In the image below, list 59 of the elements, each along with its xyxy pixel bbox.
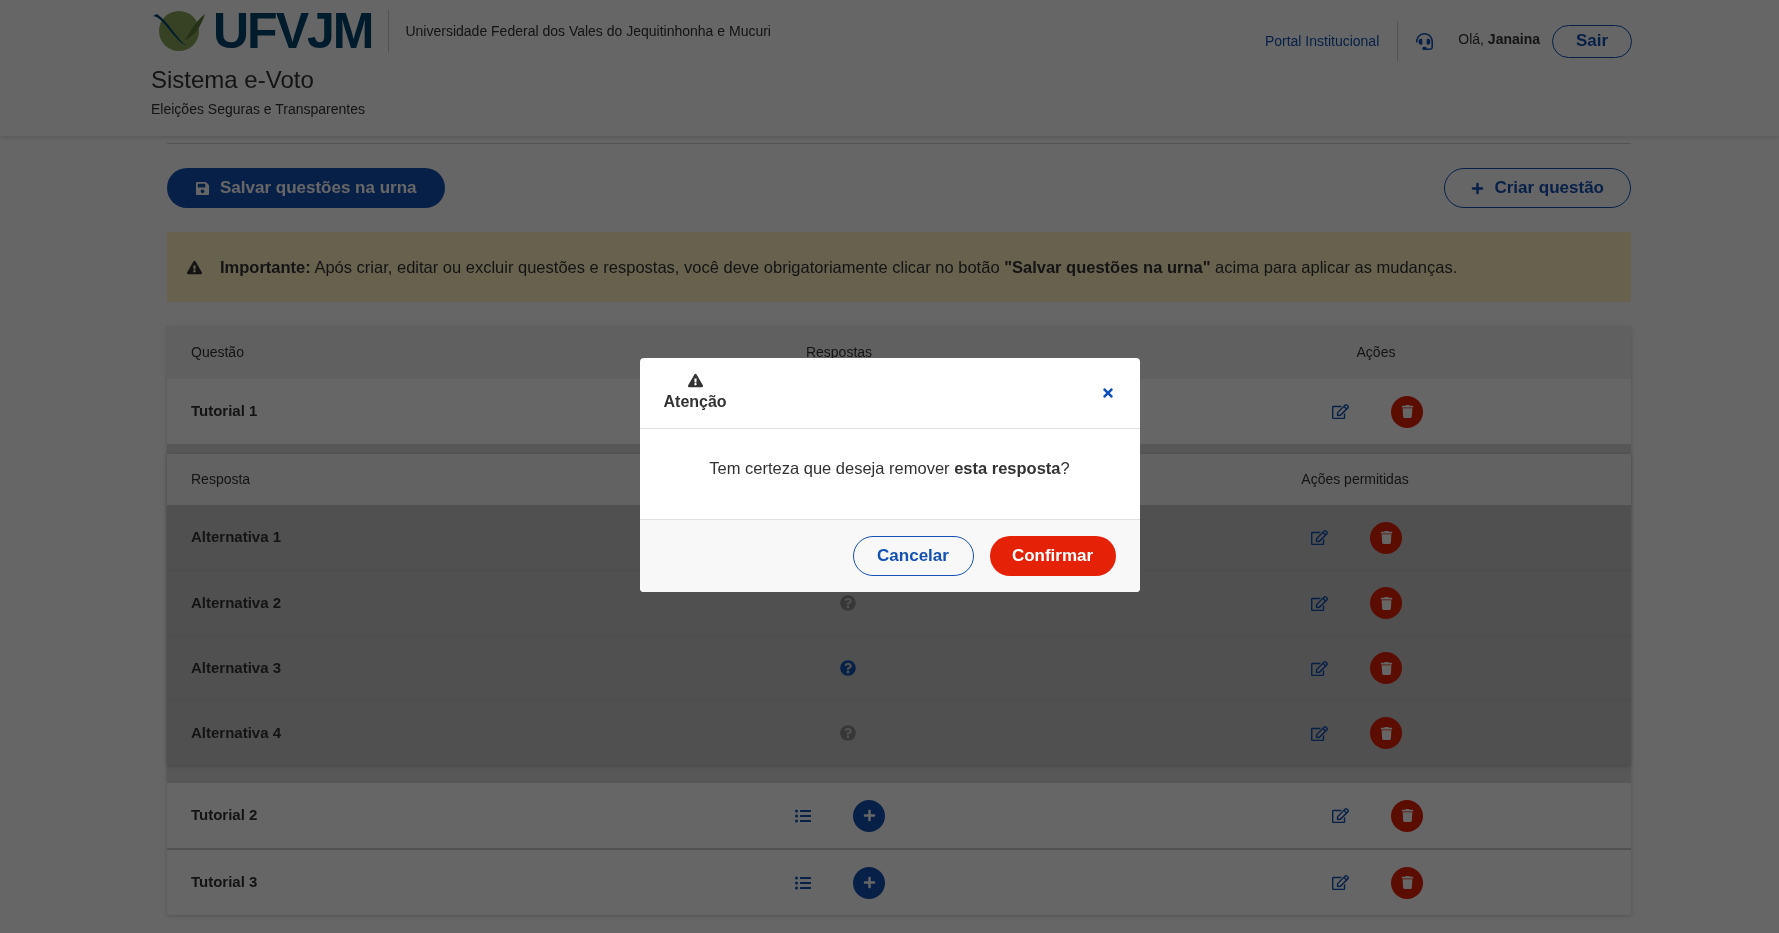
university-name: Universidade Federal dos Vales do Jequitinhonha e Mucuri [405, 21, 771, 41]
add-answer-button[interactable] [853, 799, 885, 832]
warning-icon [187, 259, 202, 275]
edit-icon [1331, 874, 1349, 891]
help-icon[interactable] [840, 660, 856, 676]
column-header: Questão [190, 343, 244, 362]
trash-icon [1379, 661, 1393, 675]
help-icon[interactable] [840, 725, 856, 741]
leaf-logo-icon [151, 10, 207, 52]
answer-title: Alternativa 3 [190, 657, 282, 678]
app-subtitle: Eleições Seguras e Transparentes [151, 100, 366, 119]
dialog-message: Tem certeza que deseja remover esta resposta? [709, 458, 1070, 479]
column-header: Respostas [805, 343, 873, 362]
trash-icon [1400, 405, 1414, 418]
greeting-text: Olá, Janaina [1458, 29, 1540, 49]
close-icon [1100, 386, 1115, 400]
delete-button[interactable] [1391, 866, 1423, 899]
headset-icon[interactable] [1416, 32, 1434, 50]
dialog-title: Atenção [663, 391, 727, 412]
trash-icon [1400, 809, 1414, 822]
answer-title: Alternativa 4 [190, 722, 282, 743]
add-answer-button[interactable] [853, 866, 885, 899]
answer-title: Alternativa 2 [190, 592, 282, 613]
help-icon[interactable] [840, 595, 856, 611]
delete-button[interactable] [1370, 652, 1402, 684]
column-header: Resposta [190, 470, 251, 489]
question-title: Tutorial 1 [190, 401, 258, 422]
trash-icon [1400, 876, 1414, 889]
delete-button[interactable] [1370, 521, 1402, 554]
logo-text: UFVJM [213, 8, 373, 54]
alert-text: Importante: Após criar, editar ou excluir questões e respostas, você deve obrigatoriamente clicar no botão "Salvar questões na urna" acima para aplicar as mudanças. [220, 256, 1458, 278]
trash-icon [1379, 531, 1393, 544]
save-button[interactable]: Salvar questões na urna [167, 168, 445, 208]
edit-icon [1310, 724, 1328, 742]
column-header: Ações permitidas [1301, 470, 1409, 489]
portal-link[interactable]: Portal Institucional [1264, 30, 1380, 52]
delete-button[interactable] [1391, 395, 1423, 428]
list-icon [795, 807, 811, 824]
question-title: Tutorial 3 [190, 872, 258, 893]
delete-button[interactable] [1391, 799, 1423, 832]
column-header: Ações [1356, 343, 1396, 362]
warning-icon [687, 372, 703, 388]
delete-button[interactable] [1370, 587, 1402, 619]
edit-icon [1310, 529, 1328, 546]
plus-icon [1471, 181, 1485, 195]
plus-icon [862, 876, 876, 889]
question-title: Tutorial 2 [190, 805, 258, 826]
edit-icon [1310, 659, 1328, 677]
trash-icon [1379, 596, 1393, 610]
app-title: Sistema e-Voto [151, 65, 315, 95]
confirm-button[interactable]: Confirmar [989, 536, 1116, 576]
trash-icon [1379, 726, 1393, 740]
edit-icon [1331, 403, 1349, 420]
list-icon [795, 874, 811, 891]
plus-icon [862, 809, 876, 822]
delete-button[interactable] [1370, 717, 1402, 749]
edit-icon [1331, 807, 1349, 824]
edit-icon [1310, 594, 1328, 612]
answer-title: Alternativa 1 [190, 527, 282, 548]
